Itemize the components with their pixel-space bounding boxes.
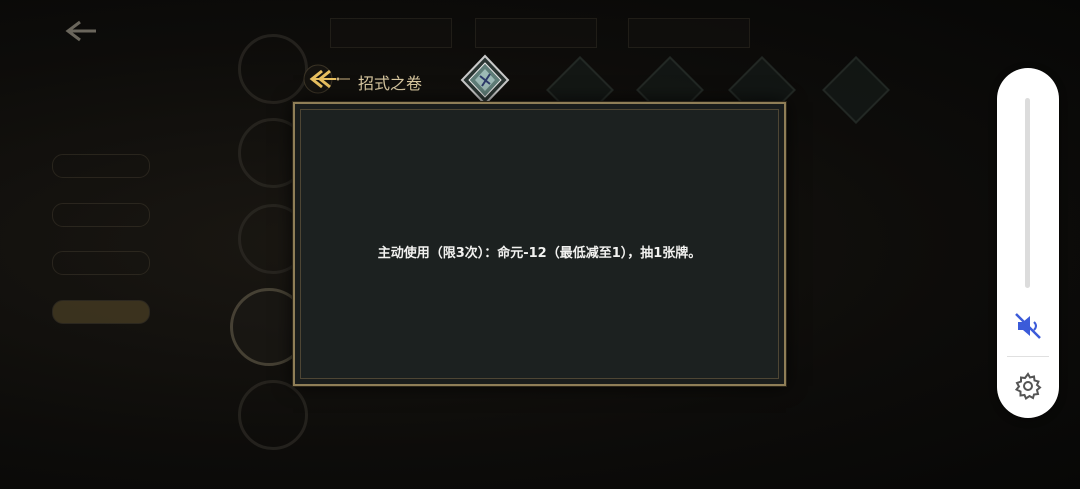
background-tab-3 — [628, 18, 750, 48]
skill-description-text: 主动使用（限3次）：命元-12（最低减至1），抽1张牌。 — [377, 246, 702, 261]
back-arrow-icon[interactable] — [62, 18, 102, 44]
background-tab-2 — [475, 18, 597, 48]
volume-slider[interactable] — [1025, 98, 1030, 288]
mute-speaker-icon[interactable] — [1012, 310, 1044, 342]
background-slot-5 — [238, 380, 308, 450]
scroll-gem-icon — [460, 54, 510, 106]
background-menu-item-4 — [52, 300, 150, 324]
volume-panel-divider — [1007, 356, 1049, 357]
background-menu-item-2 — [52, 203, 150, 227]
gold-arrow-icon — [303, 64, 350, 94]
background-menu-item-1 — [52, 154, 150, 178]
volume-panel — [997, 68, 1059, 418]
gear-icon[interactable] — [1013, 371, 1043, 401]
panel-inner-frame: 主动使用（限3次）：命元-12（最低减至1），抽1张牌。 — [300, 109, 779, 379]
background-tab-1 — [330, 18, 452, 48]
background-menu-item-3 — [52, 251, 150, 275]
dialog-title: 招式之卷 — [358, 74, 423, 93]
skill-description-panel: 主动使用（限3次）：命元-12（最低减至1），抽1张牌。 — [293, 102, 786, 386]
background-slot-1 — [238, 34, 308, 104]
